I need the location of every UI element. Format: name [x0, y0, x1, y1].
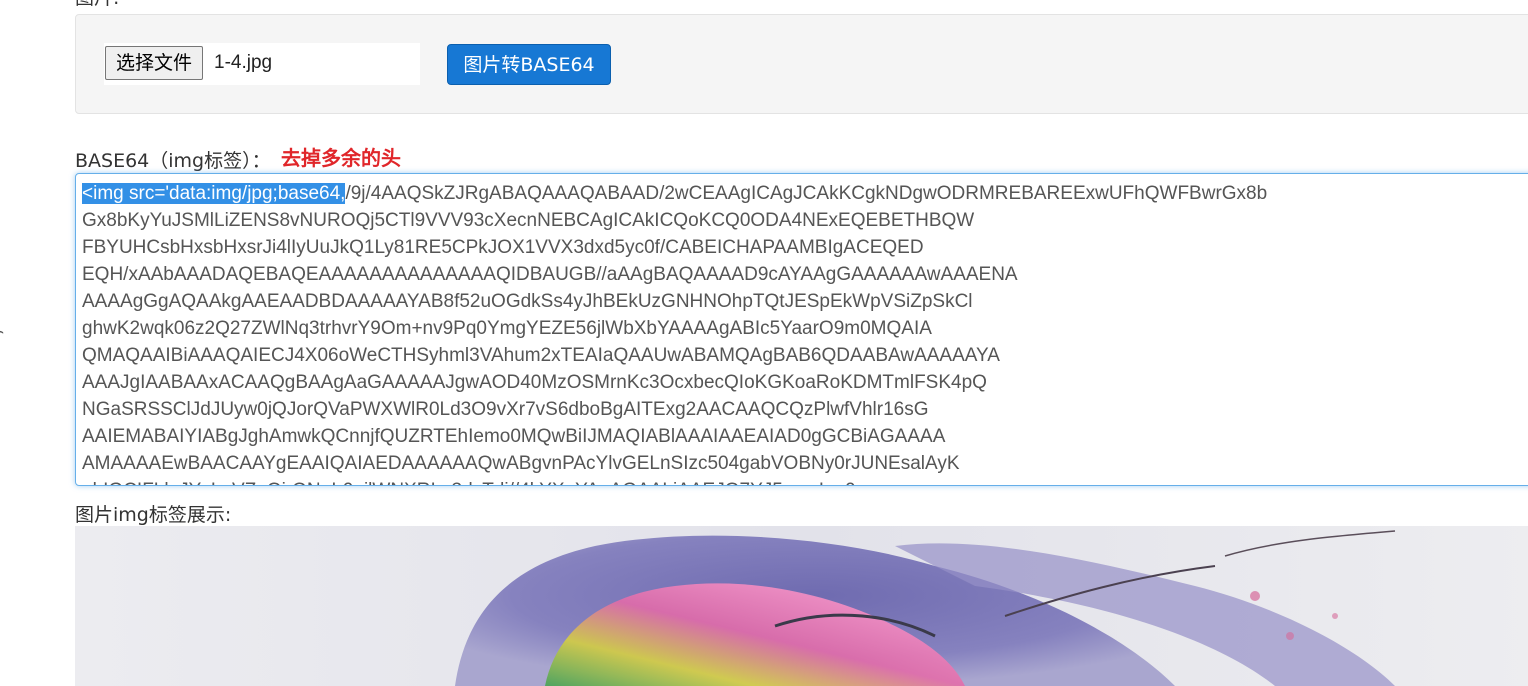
- textarea-line: AMAAAAEwBAACAAYgEAAIQAIAEDAAAAAAQwABgvnP…: [82, 453, 960, 474]
- selected-file-name: 1-4.jpg: [214, 52, 273, 73]
- textarea-line: AAAAgGgAQAAkgAAEAADBDAAAAAYAB8f52uOGdkSs…: [82, 291, 973, 312]
- textarea-line: QMAQAAIBiAAAQAIECJ4X06oWeCTHSyhml3VAhum2…: [82, 345, 1000, 366]
- convert-to-base64-button[interactable]: 图片转BASE64: [447, 44, 611, 85]
- textarea-line: FBYUHCsbHxsbHxsrJi4lIyUuJkQ1Ly81RE5CPkJO…: [82, 237, 924, 258]
- preview-artwork: [75, 526, 1528, 686]
- choose-file-button[interactable]: 选择文件: [105, 46, 204, 80]
- selected-header-text: <img src='data:img/jpg;base64,: [82, 183, 346, 204]
- textarea-line: EQH/xAAbAAADAQEBAQEAAAAAAAAAAAAAAQIDBAUG…: [82, 264, 1018, 285]
- textarea-line: AAIEMABAIYIABgJghAmwkQCnnjfQUZRTEhIemo0M…: [82, 426, 946, 447]
- image-section-label: 图片:: [75, 0, 119, 8]
- image-preview: [75, 526, 1528, 686]
- img-tag-display-label: 图片img标签展示:: [75, 504, 232, 526]
- base64-label: BASE64（img标签）：: [75, 150, 271, 172]
- side-edge-glyph: ∽: [0, 322, 5, 343]
- base64-output-textarea[interactable]: <img src='data:img/jpg;base64,/9j/4AAQSk…: [75, 173, 1528, 486]
- textarea-line: <img src='data:img/jpg;base64,/9j/4AAQSk…: [82, 180, 1528, 207]
- textarea-line: AAAJgIAABAAxACAAQgBAAgAaGAAAAAJgwAOD40Mz…: [82, 372, 987, 393]
- textarea-line-text: /9j/4AAQSkZJRgABAQAAAQABAAD/2wCEAAgICAgJ…: [345, 183, 1268, 204]
- textarea-line: nbIGCIFLleJYuLeVZnQirONuIr9nilWNXRIm3dzT…: [82, 477, 1528, 485]
- annotation-remove-header: 去掉多余的头: [281, 146, 401, 170]
- textarea-line: Gx8bKyYuJSMlLiZENS8vNUROQj5CTl9VVV93cXec…: [82, 210, 975, 231]
- textarea-line: ghwK2wqk06z2Q27ZWlNq3trhvrY9Om+nv9Pq0Ymg…: [82, 318, 932, 339]
- textarea-line: NGaSRSSClJdJUyw0jQJorQVaPWXWlR0Ld3O9vXr7…: [82, 399, 929, 420]
